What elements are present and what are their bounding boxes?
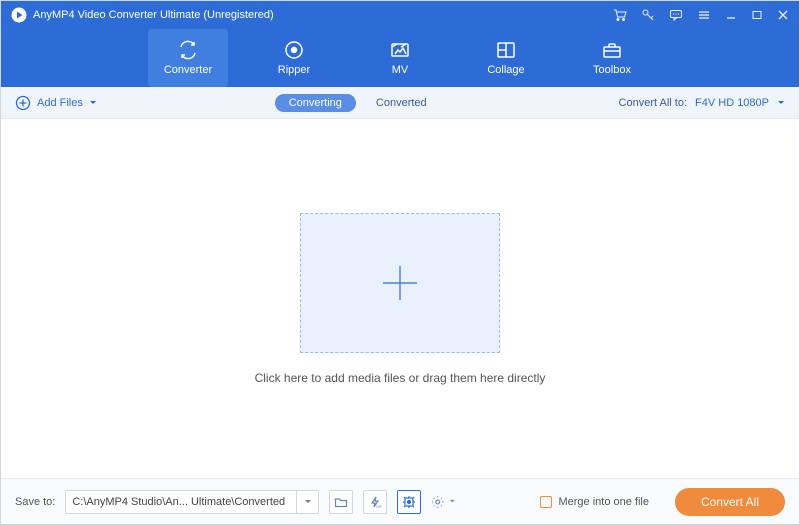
bolt-icon: OFF bbox=[368, 495, 382, 509]
mv-icon bbox=[389, 40, 411, 60]
add-files-label: Add Files bbox=[37, 97, 83, 109]
nav-converter[interactable]: Converter bbox=[148, 29, 228, 87]
dropzone-text: Click here to add media files or drag th… bbox=[255, 371, 546, 385]
merge-label: Merge into one file bbox=[558, 496, 649, 508]
open-folder-button[interactable] bbox=[329, 490, 353, 514]
settings-button[interactable] bbox=[431, 490, 455, 514]
sub-toolbar: Add Files Converting Converted Convert A… bbox=[1, 87, 799, 119]
window-title: AnyMP4 Video Converter Ultimate (Unregis… bbox=[33, 9, 274, 21]
nav-collage[interactable]: Collage bbox=[466, 29, 546, 87]
nav-label: Toolbox bbox=[593, 64, 631, 76]
save-to-field bbox=[65, 490, 319, 514]
convert-all-to-label: Convert All to: bbox=[619, 97, 687, 109]
collage-icon bbox=[495, 40, 517, 60]
cart-icon[interactable] bbox=[613, 8, 627, 22]
logo-icon bbox=[11, 7, 27, 23]
format-value: F4V HD 1080P bbox=[695, 97, 769, 109]
save-to-label: Save to: bbox=[15, 496, 55, 508]
minimize-icon[interactable] bbox=[725, 9, 737, 21]
plus-icon bbox=[375, 258, 425, 308]
nav-ripper[interactable]: Ripper bbox=[254, 29, 334, 87]
nav-mv[interactable]: MV bbox=[360, 29, 440, 87]
toolbox-icon bbox=[601, 40, 623, 60]
chevron-down-icon bbox=[449, 498, 456, 505]
maximize-icon[interactable] bbox=[751, 9, 763, 21]
tab-converted[interactable]: Converted bbox=[362, 94, 441, 112]
main-nav: Converter Ripper MV Collage Toolbox bbox=[1, 29, 799, 87]
nav-toolbox[interactable]: Toolbox bbox=[572, 29, 652, 87]
checkbox-icon bbox=[540, 496, 552, 508]
bottom-bar: Save to: OFF Merge into one file Convert… bbox=[1, 478, 799, 524]
feedback-icon[interactable] bbox=[669, 8, 683, 22]
convert-all-button[interactable]: Convert All bbox=[675, 488, 785, 516]
chip-icon bbox=[402, 495, 416, 509]
merge-checkbox[interactable]: Merge into one file bbox=[540, 496, 649, 508]
nav-label: Collage bbox=[487, 64, 524, 76]
chevron-down-icon bbox=[304, 498, 312, 506]
status-tabs: Converting Converted bbox=[275, 94, 441, 112]
plus-circle-icon bbox=[15, 95, 31, 111]
chevron-down-icon bbox=[89, 99, 97, 107]
save-to-dropdown[interactable] bbox=[296, 491, 318, 513]
svg-text:OFF: OFF bbox=[376, 504, 382, 509]
ripper-icon bbox=[283, 40, 305, 60]
format-select[interactable]: F4V HD 1080P bbox=[695, 97, 785, 109]
nav-label: Converter bbox=[164, 64, 212, 76]
gpu-button[interactable] bbox=[397, 490, 421, 514]
tab-converting[interactable]: Converting bbox=[275, 94, 356, 112]
hw-accel-button[interactable]: OFF bbox=[363, 490, 387, 514]
app-logo bbox=[11, 7, 27, 23]
close-icon[interactable] bbox=[777, 9, 789, 21]
key-icon[interactable] bbox=[641, 8, 655, 22]
nav-label: MV bbox=[392, 64, 409, 76]
folder-icon bbox=[334, 495, 348, 509]
title-bar: AnyMP4 Video Converter Ultimate (Unregis… bbox=[1, 1, 799, 29]
nav-label: Ripper bbox=[278, 64, 310, 76]
app-window: AnyMP4 Video Converter Ultimate (Unregis… bbox=[0, 0, 800, 525]
gear-icon bbox=[431, 494, 446, 510]
save-to-input[interactable] bbox=[66, 491, 296, 513]
window-controls bbox=[613, 8, 789, 22]
menu-icon[interactable] bbox=[697, 8, 711, 22]
dropzone[interactable] bbox=[300, 213, 500, 353]
converter-icon bbox=[177, 40, 199, 60]
add-files-button[interactable]: Add Files bbox=[15, 95, 97, 111]
convert-all-to: Convert All to: F4V HD 1080P bbox=[619, 97, 785, 109]
chevron-down-icon bbox=[777, 99, 785, 107]
work-area: Click here to add media files or drag th… bbox=[1, 119, 799, 478]
